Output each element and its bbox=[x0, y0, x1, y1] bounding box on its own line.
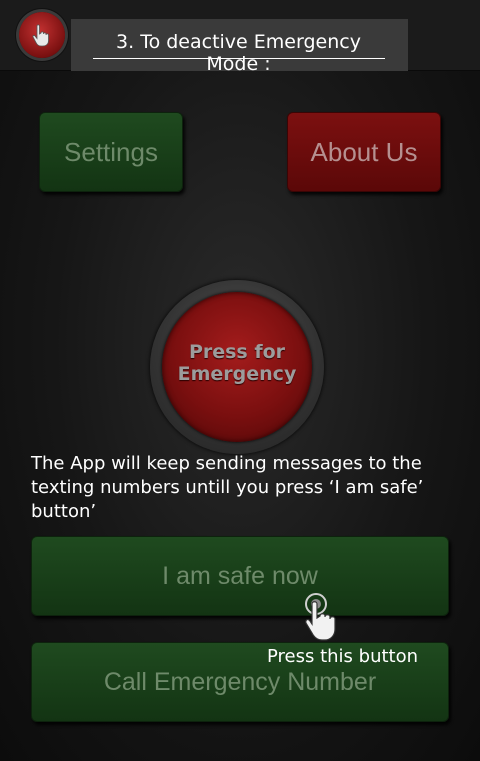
emergency-label-line2: Emergency bbox=[177, 363, 297, 385]
emergency-label-line1: Press for bbox=[188, 341, 286, 363]
i-am-safe-button[interactable]: I am safe now bbox=[31, 536, 449, 616]
emergency-button-ring[interactable]: Press for Emergency bbox=[150, 280, 324, 454]
step-title: 3. To deactive Emergency Mode : bbox=[116, 31, 361, 75]
tutorial-header: 3. To deactive Emergency Mode : bbox=[0, 0, 480, 75]
settings-button[interactable]: Settings bbox=[39, 112, 183, 192]
emergency-button-label: Press for Emergency bbox=[162, 341, 312, 385]
app-logo-hand-icon bbox=[19, 12, 65, 58]
instruction-text: The App will keep sending messages to th… bbox=[31, 453, 424, 522]
step-caption-box: 3. To deactive Emergency Mode : bbox=[71, 19, 408, 75]
hand-pointer-icon bbox=[296, 584, 356, 650]
pointer-label: Press this button bbox=[267, 646, 419, 667]
about-us-button[interactable]: About Us bbox=[287, 112, 441, 192]
emergency-button[interactable]: Press for Emergency bbox=[162, 292, 312, 442]
step-title-underline bbox=[93, 58, 385, 59]
